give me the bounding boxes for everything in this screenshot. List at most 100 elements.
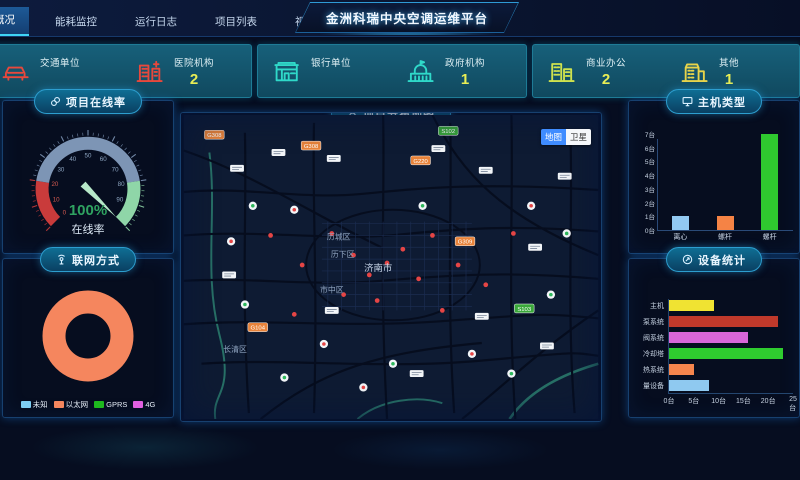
map-project-marker[interactable] bbox=[511, 231, 516, 236]
map-project-marker[interactable] bbox=[292, 312, 297, 317]
stat-text: 商业办公2 bbox=[586, 55, 626, 88]
map-project-marker[interactable] bbox=[300, 263, 305, 268]
bar-阀系统[interactable] bbox=[669, 332, 748, 343]
map-poi-dot bbox=[565, 232, 569, 236]
gauge-tick bbox=[128, 152, 130, 154]
building-icon bbox=[680, 57, 710, 85]
gauge-center-label: 在线率 bbox=[72, 222, 105, 236]
map-label-marker[interactable] bbox=[540, 343, 554, 350]
legend-chip bbox=[54, 401, 64, 408]
tab-能耗监控[interactable]: 能耗监控 bbox=[43, 9, 109, 36]
gauge-tick-label: 80 bbox=[118, 181, 125, 188]
map-label-marker[interactable] bbox=[230, 165, 244, 172]
bar-量设备[interactable] bbox=[669, 380, 709, 391]
gauge-tick bbox=[129, 223, 131, 225]
road-shield-label: G220 bbox=[413, 159, 428, 165]
gauge-tick bbox=[132, 219, 134, 221]
map-project-marker[interactable] bbox=[367, 273, 372, 278]
map-label-marker[interactable] bbox=[558, 173, 572, 180]
stat-card: 银行单位政府机构1 bbox=[257, 44, 527, 98]
stat-label: 医院机构 bbox=[174, 55, 214, 69]
bar-螺杆[interactable] bbox=[761, 134, 778, 230]
y-axis-label: 4台 bbox=[635, 170, 655, 180]
x-tick-label: 10台 bbox=[711, 396, 726, 406]
panel-device-stats-header: 设备统计 bbox=[666, 247, 762, 272]
hbar-row: 泵系统 bbox=[637, 315, 793, 328]
map-label-marker[interactable] bbox=[325, 307, 339, 314]
gauge-tick bbox=[53, 144, 55, 146]
legend-chip bbox=[94, 401, 104, 408]
gauge-tick bbox=[140, 201, 143, 202]
panel-title: 设备统计 bbox=[698, 252, 746, 268]
map-poi-dot bbox=[391, 362, 395, 366]
gauge-tick bbox=[126, 227, 130, 231]
map-project-marker[interactable] bbox=[416, 276, 421, 281]
gauge-tick bbox=[33, 201, 36, 202]
stat-value bbox=[311, 71, 351, 88]
legend-item-未知[interactable]: 未知 bbox=[21, 399, 48, 410]
stat-item: 医院机构 2 bbox=[121, 55, 251, 88]
gauge-tick bbox=[117, 141, 119, 144]
tab-项目列表[interactable]: 项目列表 bbox=[203, 9, 269, 36]
map-project-marker[interactable] bbox=[268, 233, 273, 238]
panel-title: 主机类型 bbox=[698, 94, 746, 110]
gauge-tick bbox=[137, 210, 140, 211]
map-label-marker[interactable] bbox=[528, 244, 542, 251]
map-toggle-卫星[interactable]: 卫星 bbox=[566, 129, 591, 145]
gauge-tick-label: 50 bbox=[85, 153, 92, 160]
gauge-tick bbox=[103, 135, 104, 138]
gauge-tick bbox=[46, 152, 48, 154]
stat-value: 2 bbox=[174, 71, 214, 88]
map-label-marker[interactable] bbox=[222, 271, 236, 278]
map-project-marker[interactable] bbox=[430, 233, 435, 238]
y-axis-label: 7台 bbox=[635, 129, 655, 139]
road-shield-label: S102 bbox=[441, 129, 455, 135]
bar-热系统[interactable] bbox=[669, 364, 694, 375]
hospital-icon bbox=[135, 57, 165, 85]
gauge-tick-label: 70 bbox=[112, 166, 119, 173]
map-project-marker[interactable] bbox=[440, 308, 445, 313]
panel-network-type: 联网方式 未知以太网GPRS4G bbox=[2, 258, 174, 418]
map-label-marker[interactable] bbox=[431, 145, 445, 152]
bar-泵系统[interactable] bbox=[669, 316, 778, 327]
map-project-marker[interactable] bbox=[483, 282, 488, 287]
y-axis-label: 0台 bbox=[635, 225, 655, 235]
tab-运行日志[interactable]: 运行日志 bbox=[123, 9, 189, 36]
map-project-marker[interactable] bbox=[400, 247, 405, 252]
map-project-marker[interactable] bbox=[456, 263, 461, 268]
panel-host-type-header: 主机类型 bbox=[666, 89, 762, 114]
map-label-marker[interactable] bbox=[327, 155, 341, 162]
gauge-tick-label: 10 bbox=[53, 196, 60, 203]
stat-label: 其他 bbox=[719, 55, 739, 69]
bar-冷却塔[interactable] bbox=[669, 348, 783, 359]
road-shield-label: S103 bbox=[517, 307, 532, 313]
map-toggle-地图[interactable]: 地图 bbox=[541, 129, 566, 145]
road-shield-label: G308 bbox=[207, 133, 222, 139]
legend-item-以太网[interactable]: 以太网 bbox=[54, 399, 89, 410]
ambient-glow bbox=[30, 425, 260, 470]
tab-概况[interactable]: 概况 bbox=[0, 7, 29, 36]
bar-螺杆[interactable] bbox=[717, 216, 734, 230]
map-label-marker[interactable] bbox=[410, 370, 424, 377]
gauge-tick bbox=[46, 227, 50, 231]
map-label-marker[interactable] bbox=[479, 167, 493, 174]
stat-label: 商业办公 bbox=[586, 55, 626, 69]
bar-主机[interactable] bbox=[669, 300, 714, 311]
gauge-tick bbox=[33, 175, 36, 176]
hbar-row: 热系统 bbox=[637, 363, 793, 376]
stat-value: 1 bbox=[719, 71, 739, 88]
gauge-tick-label: 20 bbox=[51, 181, 58, 188]
map-poi-dot bbox=[510, 372, 514, 376]
map-label-marker[interactable] bbox=[272, 149, 286, 156]
map-project-marker[interactable] bbox=[375, 298, 380, 303]
page-title: 金洲科瑞中央空调运维平台 bbox=[326, 8, 488, 27]
bar-离心[interactable] bbox=[672, 216, 689, 230]
map-canvas[interactable]: G308G308G220S102G309G104S103济南市历城区历下区市中区… bbox=[183, 115, 599, 419]
map-poi-dot bbox=[549, 293, 553, 297]
government-icon bbox=[406, 57, 436, 85]
stat-text: 政府机构1 bbox=[445, 55, 485, 88]
legend-item-4G[interactable]: 4G bbox=[133, 399, 155, 410]
legend-label: 以太网 bbox=[66, 399, 89, 410]
legend-item-GPRS[interactable]: GPRS bbox=[94, 399, 127, 410]
map-label-marker[interactable] bbox=[475, 313, 489, 320]
